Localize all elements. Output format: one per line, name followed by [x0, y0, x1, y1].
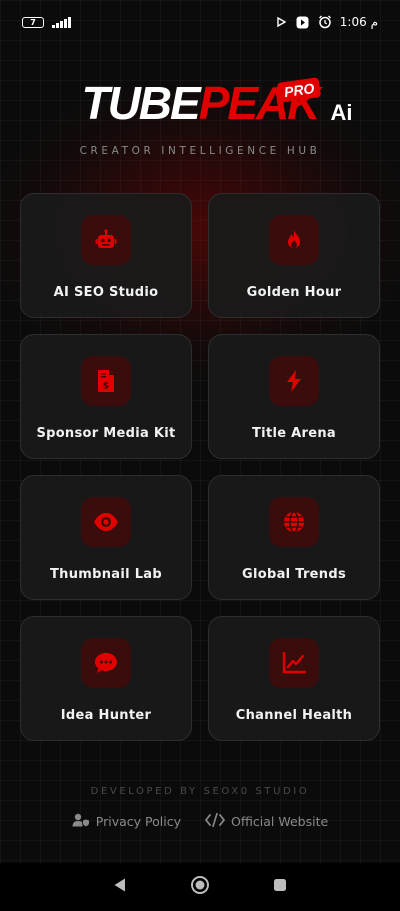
- tool-card-thumbnail-lab[interactable]: Thumbnail Lab: [20, 475, 192, 600]
- battery-level: 7: [30, 17, 36, 27]
- tool-card-channel-health[interactable]: Channel Health: [208, 616, 380, 741]
- tool-label: Thumbnail Lab: [50, 567, 162, 582]
- logo-word-tube: TUBE: [81, 77, 200, 129]
- chat-bubble-icon: [81, 638, 131, 688]
- tagline: CREATOR INTELLIGENCE HUB: [79, 145, 321, 157]
- tool-card-ai-seo-studio[interactable]: AI SEO Studio: [20, 193, 192, 318]
- tool-card-sponsor-media-kit[interactable]: $ Sponsor Media Kit: [20, 334, 192, 459]
- tool-label: Idea Hunter: [60, 708, 152, 723]
- robot-icon: [81, 215, 131, 265]
- code-icon: [205, 812, 225, 830]
- clock-time: 1:06 م: [339, 15, 378, 29]
- developer-credit: DEVELOPED BY SEOX0 STUDIO: [90, 786, 310, 797]
- footer-links: Privacy Policy Official Website: [0, 812, 400, 830]
- tool-label: Global Trends: [242, 567, 346, 582]
- status-bar: 7 1:06 م: [0, 0, 400, 44]
- globe-icon: [269, 497, 319, 547]
- recents-icon[interactable]: [272, 877, 288, 897]
- logo-ai-suffix: Ai: [330, 100, 353, 125]
- tool-card-global-trends[interactable]: Global Trends: [208, 475, 380, 600]
- tools-grid: AI SEO Studio Golden Hour $ Sponsor Medi…: [20, 193, 380, 741]
- home-icon[interactable]: [190, 875, 210, 899]
- app-logo: TUBEPEAK PRO Ai: [0, 77, 400, 138]
- official-website-label: Official Website: [230, 814, 329, 829]
- tool-label: Title Arena: [252, 426, 336, 441]
- tool-card-golden-hour[interactable]: Golden Hour: [208, 193, 380, 318]
- svg-text:$: $: [103, 382, 109, 392]
- line-chart-icon: [269, 638, 319, 688]
- alarm-icon: [318, 15, 332, 29]
- official-website-link[interactable]: Official Website: [205, 812, 329, 830]
- tool-label: AI SEO Studio: [53, 285, 159, 300]
- lightning-icon: [269, 356, 319, 406]
- invoice-icon: $: [81, 356, 131, 406]
- tool-label: Sponsor Media Kit: [36, 426, 176, 441]
- privacy-policy-link[interactable]: Privacy Policy: [72, 813, 181, 830]
- signal-icon: [52, 16, 71, 28]
- media-icon: [296, 15, 310, 29]
- user-shield-icon: [72, 813, 90, 830]
- navigation-bar: [0, 863, 400, 911]
- flame-icon: [269, 215, 319, 265]
- tool-card-idea-hunter[interactable]: Idea Hunter: [20, 616, 192, 741]
- tool-label: Golden Hour: [246, 285, 342, 300]
- play-icon: [274, 15, 288, 29]
- battery-icon: 7: [22, 16, 44, 28]
- eye-icon: [81, 497, 131, 547]
- tool-card-title-arena[interactable]: Title Arena: [208, 334, 380, 459]
- back-icon[interactable]: [112, 877, 128, 897]
- privacy-policy-label: Privacy Policy: [95, 814, 181, 829]
- tool-label: Channel Health: [235, 708, 353, 723]
